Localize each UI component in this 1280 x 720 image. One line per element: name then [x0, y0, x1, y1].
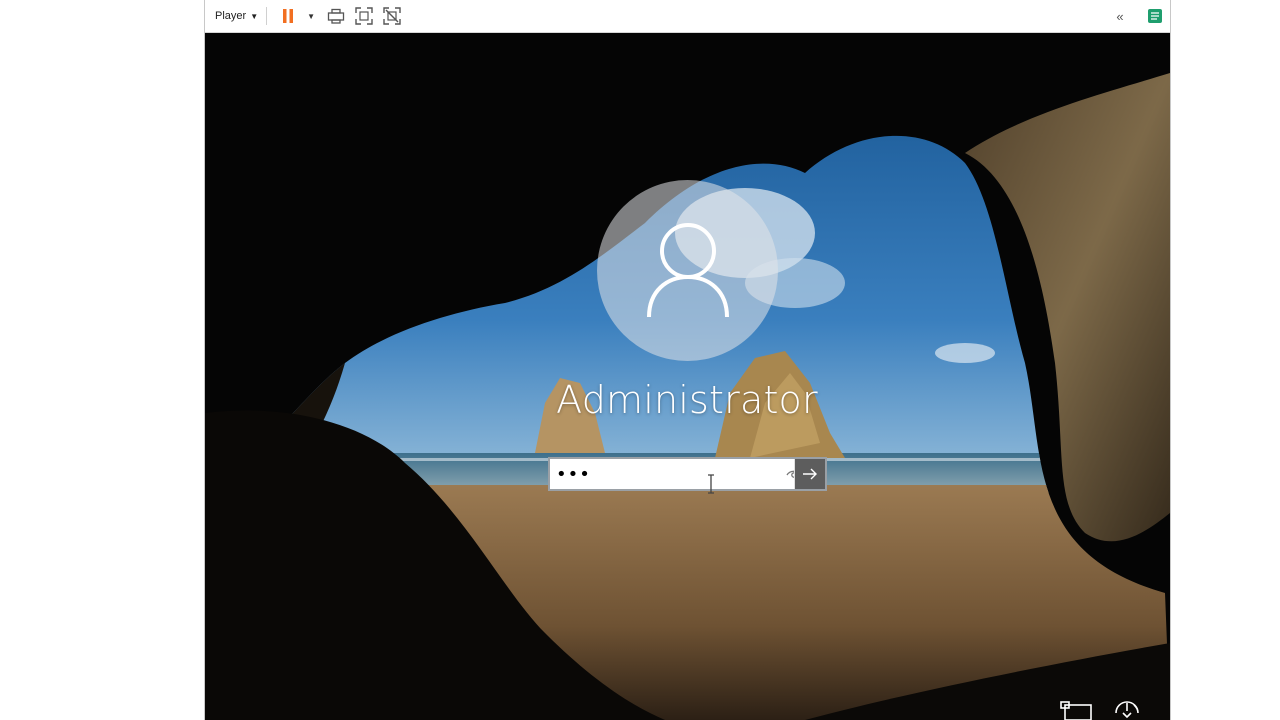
submit-arrow-icon — [803, 468, 817, 480]
pause-icon — [283, 9, 294, 23]
ease-of-access-button[interactable] — [1112, 701, 1142, 720]
full-screen-button[interactable] — [353, 5, 375, 27]
user-name: Administrator — [556, 378, 818, 422]
vm-screen[interactable]: Administrator — [205, 33, 1170, 720]
player-menu-label: Player — [215, 10, 247, 22]
toolbar-divider — [266, 7, 268, 25]
player-toolbar: Player ▼ ▼ « — [205, 0, 1170, 33]
vm-player-window: Player ▼ ▼ « Administrator ••• — [204, 0, 1171, 720]
lock-screen-background — [205, 33, 1170, 720]
pause-button[interactable] — [277, 5, 299, 27]
network-button[interactable] — [1060, 701, 1094, 720]
network-icon — [1060, 701, 1092, 720]
send-ctrl-alt-del-icon — [327, 8, 345, 24]
unity-library-button[interactable] — [1144, 5, 1166, 27]
collapse-toolbar-button[interactable]: « — [1108, 5, 1130, 27]
full-screen-icon — [355, 7, 373, 25]
user-icon — [646, 222, 729, 317]
submit-button[interactable] — [794, 459, 825, 489]
chevron-down-icon: ▼ — [250, 11, 259, 21]
unity-button[interactable] — [381, 5, 403, 27]
user-avatar[interactable] — [597, 180, 778, 361]
power-dropdown-button[interactable]: ▼ — [305, 5, 317, 27]
unity-library-icon — [1148, 9, 1162, 23]
password-field-container — [548, 457, 827, 491]
text-cursor-icon — [708, 474, 714, 494]
ease-of-access-icon — [1115, 701, 1139, 719]
unity-icon — [383, 7, 401, 25]
lock-screen-bottom-icons — [1060, 701, 1142, 720]
password-input[interactable] — [550, 460, 782, 488]
collapse-icon: « — [1116, 8, 1123, 24]
player-menu-button[interactable]: Player ▼ — [215, 10, 258, 22]
send-ctrl-alt-del-button[interactable] — [325, 5, 347, 27]
dropdown-icon: ▼ — [307, 11, 316, 21]
